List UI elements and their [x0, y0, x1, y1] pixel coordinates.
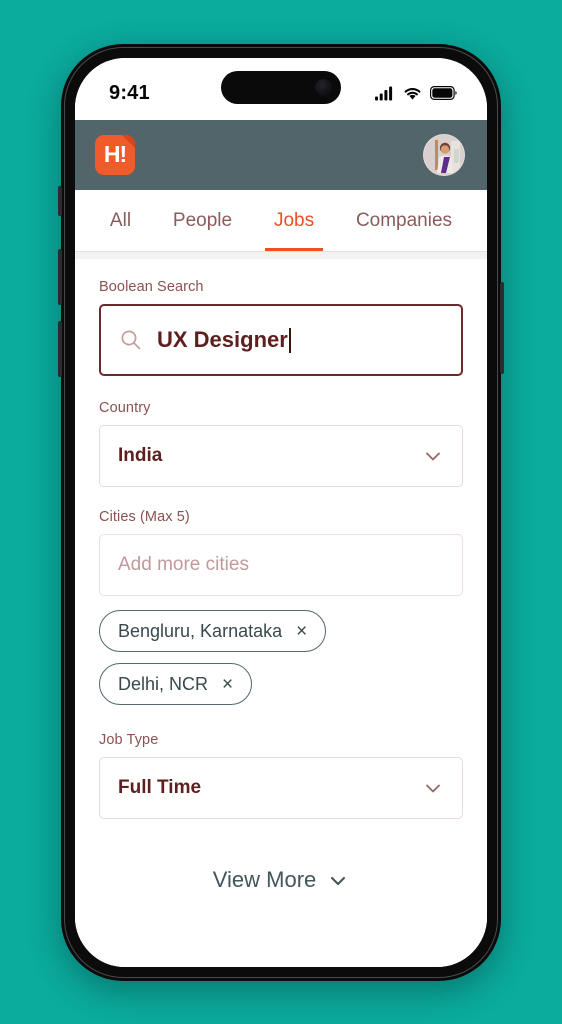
search-value-wrap: UX Designer [157, 327, 291, 353]
status-bar: 9:41 [75, 58, 487, 120]
content-area: Boolean Search UX Designer Country India… [75, 252, 487, 967]
silence-switch[interactable] [58, 186, 62, 216]
volume-up-button[interactable] [58, 249, 62, 305]
search-value: UX Designer [157, 327, 288, 352]
text-cursor [288, 327, 291, 353]
search-tabs: All People Jobs Companies [75, 190, 487, 252]
country-field: Country India [99, 400, 463, 487]
avatar-image [424, 135, 464, 175]
app-header: H! [75, 120, 487, 190]
search-icon [121, 330, 141, 350]
country-value: India [118, 445, 163, 466]
job-type-field: Job Type Full Time [99, 732, 463, 819]
chevron-down-icon [426, 784, 440, 793]
city-chip[interactable]: Delhi, NCR × [99, 663, 253, 705]
tab-companies[interactable]: Companies [352, 190, 456, 251]
job-type-label: Job Type [99, 732, 159, 748]
filters-card: Boolean Search UX Designer Country India… [75, 259, 487, 967]
view-more-label: View More [212, 867, 317, 892]
chevron-down-icon [331, 876, 346, 886]
user-avatar[interactable] [423, 134, 465, 176]
dynamic-island [221, 71, 341, 104]
close-icon[interactable]: × [222, 675, 233, 694]
cities-input[interactable]: Add more cities [99, 534, 463, 596]
city-chip[interactable]: Bengluru, Karnataka × [99, 610, 327, 652]
status-icons [375, 86, 457, 101]
tab-jobs-label: Jobs [273, 209, 315, 231]
country-select[interactable]: India [99, 425, 463, 487]
wifi-icon [404, 87, 421, 100]
chevron-down-icon [426, 452, 440, 461]
phone-frame: 9:41 H! All People Jobs Companies Boolea… [58, 44, 504, 981]
volume-down-button[interactable] [58, 321, 62, 377]
tab-companies-label: Companies [355, 209, 453, 231]
cities-placeholder: Add more cities [118, 554, 249, 575]
cities-label: Cities (Max 5) [99, 509, 190, 525]
boolean-search-label: Boolean Search [99, 279, 204, 295]
tab-people[interactable]: People [169, 190, 236, 251]
battery-full-icon [430, 86, 457, 100]
signal-bars-icon [375, 86, 393, 100]
status-time: 9:41 [109, 81, 150, 104]
logo-label: H! [103, 141, 127, 167]
hi-logo-icon[interactable]: H! [95, 135, 135, 175]
job-type-value: Full Time [118, 777, 202, 798]
selected-cities: Bengluru, Karnataka × Delhi, NCR × [99, 610, 463, 716]
phone-screen: 9:41 H! All People Jobs Companies Boolea… [75, 58, 487, 967]
search-input[interactable]: UX Designer [99, 304, 463, 376]
power-button[interactable] [500, 282, 504, 374]
view-more-button[interactable]: View More [99, 841, 463, 893]
job-type-select[interactable]: Full Time [99, 757, 463, 819]
tab-people-label: People [172, 209, 233, 231]
tab-all-label: All [109, 209, 132, 231]
boolean-search-field: Boolean Search UX Designer [99, 279, 463, 376]
country-label: Country [99, 400, 151, 416]
tab-all[interactable]: All [106, 190, 135, 251]
tab-jobs[interactable]: Jobs [264, 190, 324, 251]
close-icon[interactable]: × [296, 622, 307, 641]
city-chip-label: Bengluru, Karnataka [118, 620, 283, 641]
cities-field: Cities (Max 5) Add more cities Bengluru,… [99, 509, 463, 716]
city-chip-label: Delhi, NCR [118, 673, 209, 694]
